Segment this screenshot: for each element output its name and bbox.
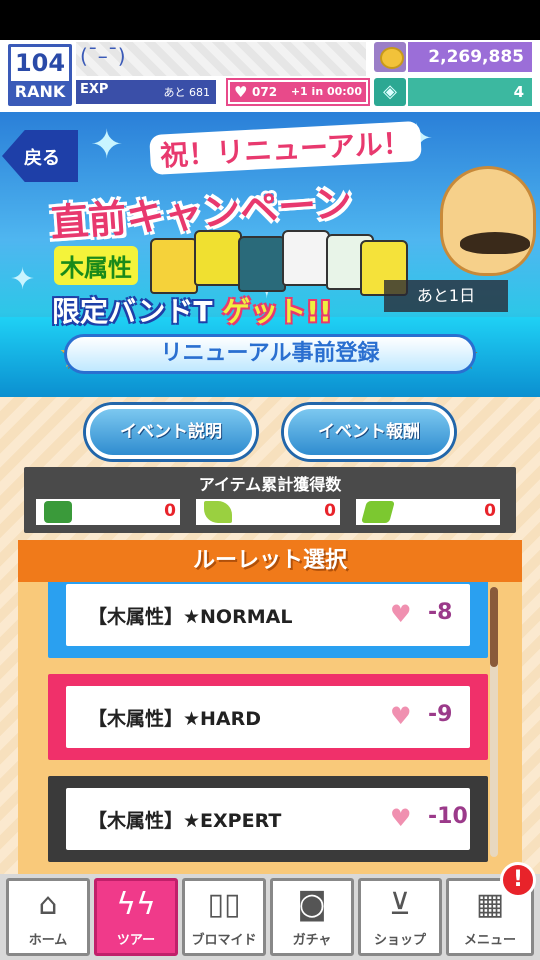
roulette-option-cost: -10 <box>428 804 468 829</box>
status-bar <box>0 0 540 40</box>
top-header: 104 RANK (¯–¯) EXP あと 681 ♥ 072 +1 in 00… <box>0 40 540 112</box>
pre-register-label: リニューアル事前登録 <box>64 334 476 374</box>
band-tshirts-image <box>150 230 408 296</box>
roulette-option-inner: 【木属性】★EXPERT ♥ -10 <box>66 788 470 850</box>
exp-remaining: あと 681 <box>163 86 211 99</box>
stamina-bar[interactable]: ♥ 072 +1 in 00:00 <box>226 78 370 106</box>
item-slot: 0 <box>356 499 500 525</box>
tshirt-icon <box>238 236 286 292</box>
item-slot: 0 <box>36 499 180 525</box>
nav-tour[interactable]: ϟϟ ツアー <box>94 878 178 956</box>
banner-limited: 限定バンドT ゲット!! <box>52 290 332 330</box>
event-rewards-button[interactable]: イベント報酬 <box>284 405 454 459</box>
get-text: ゲット!! <box>222 295 332 328</box>
coin-count[interactable]: 2,269,885 <box>408 42 532 72</box>
nav-bromide[interactable]: ▯▯ ブロマイド <box>182 878 266 956</box>
rank-box: 104 RANK <box>8 44 72 106</box>
item-slot: 0 <box>196 499 340 525</box>
nav-label: ツアー <box>116 933 156 948</box>
nav-label: ガチャ <box>292 933 332 948</box>
heart-icon: ♥ <box>390 702 412 730</box>
tour-icon: ϟϟ <box>116 887 156 922</box>
roulette-option-hard[interactable]: 【木属性】★HARD ♥ -9 <box>48 674 488 760</box>
event-description-button[interactable]: イベント説明 <box>86 405 256 459</box>
campaign-banner[interactable]: ✦ ✦ ✦ ✦ 戻る 祝！リニューアル！ 直前キャンペーン 木属性 限定バンドT… <box>0 112 540 397</box>
gem-count[interactable]: 4 <box>408 78 532 106</box>
coin-icon <box>374 42 406 72</box>
sparkle-icon: ✦ <box>10 262 36 297</box>
roulette-option-label: 【木属性】★EXPERT <box>88 810 282 832</box>
roulette-option-cost: -9 <box>428 702 453 727</box>
stamina-value: 072 <box>252 85 278 99</box>
bromide-icon: ▯▯ <box>207 887 241 922</box>
item-totals-panel: アイテム累計獲得数 0 0 0 <box>24 467 516 533</box>
banner-title-line1: 祝！リニューアル！ <box>149 120 422 176</box>
rank-label: RANK <box>11 81 69 103</box>
gem-icon: ◈ <box>374 78 406 106</box>
roulette-option-label: 【木属性】★HARD <box>88 708 262 730</box>
item-totals-title: アイテム累計獲得数 <box>198 475 342 494</box>
green-plane-icon <box>204 501 232 523</box>
item-count: 0 <box>164 501 176 521</box>
roulette-list[interactable]: 【木属性】★NORMAL ♥ -8 【木属性】★HARD ♥ -9 【木属性】★… <box>18 582 522 874</box>
heart-icon: ♥ <box>390 804 412 832</box>
nav-label: ショップ <box>373 933 426 948</box>
back-button[interactable]: 戻る <box>2 130 78 182</box>
item-count: 0 <box>324 501 336 521</box>
camera-icon: ◙ <box>297 887 327 922</box>
roulette-option-cost: -8 <box>428 600 453 625</box>
tshirt-icon <box>282 230 330 286</box>
heart-icon: ♥ <box>390 600 412 628</box>
heart-icon: ♥ <box>234 83 248 101</box>
home-icon: ⌂ <box>38 887 58 922</box>
stamina-recovery: +1 in 00:00 <box>290 85 362 98</box>
nav-home[interactable]: ⌂ ホーム <box>6 878 90 956</box>
bottom-nav: ⌂ ホーム ϟϟ ツアー ▯▯ ブロマイド ◙ ガチャ ⊻ ショップ ▦ メニュ… <box>0 874 540 960</box>
mascot-mustache <box>460 232 530 254</box>
scroll-thumb[interactable] <box>490 587 498 667</box>
tshirt-icon <box>194 230 242 286</box>
menu-alert-badge: ! <box>500 862 536 898</box>
nav-label: メニュー <box>463 933 516 948</box>
roulette-option-label: 【木属性】★NORMAL <box>88 606 293 628</box>
roulette-title: ルーレット選択 <box>18 540 522 582</box>
roulette-scrollbar[interactable] <box>490 587 498 857</box>
tshirt-icon <box>150 238 198 294</box>
limited-text: 限定バンドT <box>52 295 213 328</box>
player-name: (¯–¯) <box>80 44 126 68</box>
exp-bar: EXP あと 681 <box>76 80 216 104</box>
event-content: イベント説明 イベント報酬 アイテム累計獲得数 0 0 0 ルーレット選択 【木… <box>0 397 540 874</box>
roulette-option-inner: 【木属性】★NORMAL ♥ -8 <box>66 584 470 646</box>
roulette-option-inner: 【木属性】★HARD ♥ -9 <box>66 686 470 748</box>
nav-label: ブロマイド <box>191 933 257 948</box>
roulette-option-expert[interactable]: 【木属性】★EXPERT ♥ -10 <box>48 776 488 862</box>
green-ticket-icon <box>361 501 395 523</box>
banner-attribute: 木属性 <box>54 246 138 285</box>
nav-label: ホーム <box>28 933 68 948</box>
item-count: 0 <box>484 501 496 521</box>
remaining-time: あと1日 <box>384 280 508 312</box>
exp-label: EXP <box>80 82 109 97</box>
cart-icon: ⊻ <box>389 887 411 922</box>
roulette-option-normal[interactable]: 【木属性】★NORMAL ♥ -8 <box>48 582 488 658</box>
rank-number: 104 <box>14 49 66 77</box>
mascot-character <box>440 166 536 276</box>
nav-gacha[interactable]: ◙ ガチャ <box>270 878 354 956</box>
nav-shop[interactable]: ⊻ ショップ <box>358 878 442 956</box>
sparkle-icon: ✦ <box>90 122 124 168</box>
green-pedal-icon <box>44 501 72 523</box>
